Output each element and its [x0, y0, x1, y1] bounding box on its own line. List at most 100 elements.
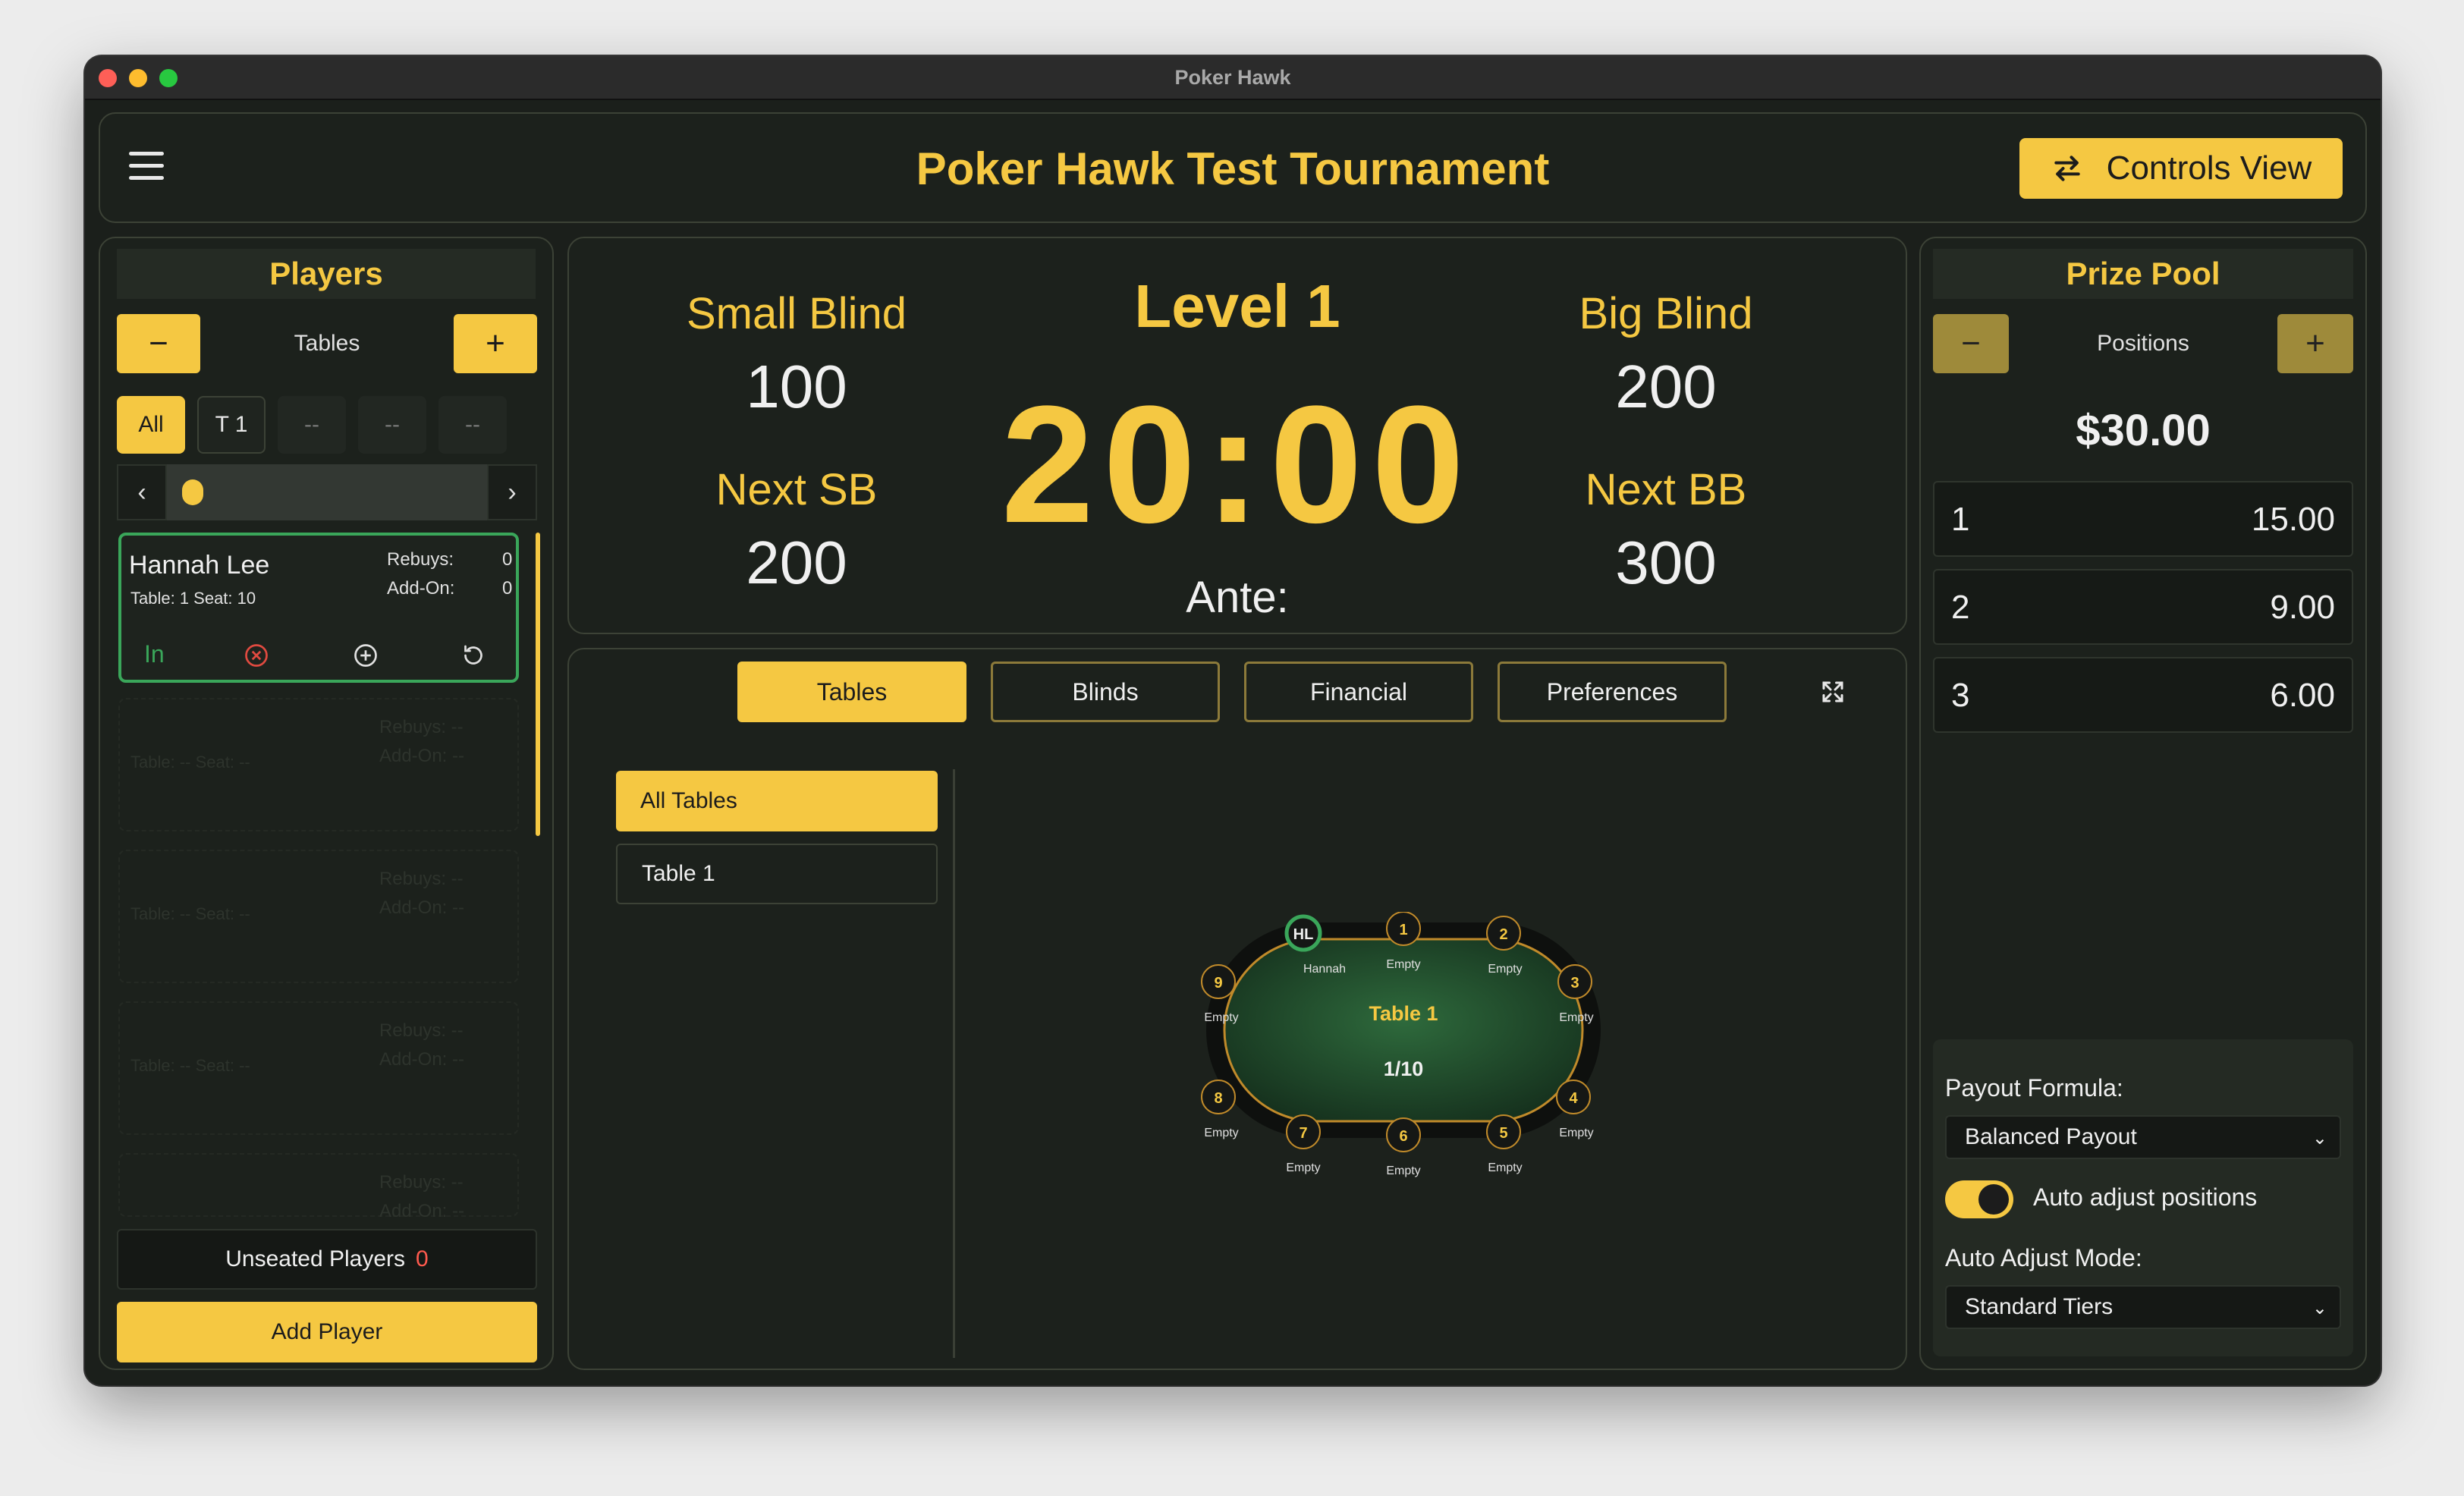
tables-stepper-label: Tables: [294, 331, 360, 356]
payout-amount: 9.00: [2270, 589, 2335, 626]
add-rebuy-icon[interactable]: [352, 642, 379, 669]
window-controls: [99, 69, 178, 87]
filter-table-1[interactable]: T 1: [197, 396, 266, 454]
players-panel: Players − Tables + All T 1 -- -- -- ‹ › …: [99, 237, 554, 1370]
window-title: Poker Hawk: [1174, 65, 1291, 89]
big-blind-value: 200: [1615, 353, 1717, 420]
payout-position: 1: [1951, 501, 1970, 538]
eliminate-icon[interactable]: [243, 642, 270, 669]
unseated-label: Unseated Players: [225, 1246, 406, 1271]
minimize-window-button[interactable]: [129, 69, 147, 87]
payout-amount: 15.00: [2251, 501, 2335, 538]
poker-table-diagram[interactable]: Table 1 1/10 HL Hannah 1 Empty 2 Empty 3 Empty 4…: [1191, 912, 1616, 1185]
player-list-scrollbar[interactable]: [536, 533, 540, 836]
remove-table-button[interactable]: −: [117, 314, 200, 373]
unseated-count: 0: [416, 1246, 429, 1271]
remove-position-button[interactable]: −: [1933, 314, 2009, 373]
maximize-window-button[interactable]: [159, 69, 178, 87]
addon-value: 0: [502, 578, 513, 599]
empty-player-slot: Table: -- Seat: -- Rebuys: -- Add-On: --: [118, 1001, 519, 1135]
tab-financial[interactable]: Financial: [1244, 662, 1473, 722]
payout-row[interactable]: 1 15.00: [1933, 481, 2353, 557]
empty-player-slot: Table: -- Seat: -- Rebuys: -- Add-On: --: [118, 850, 519, 983]
tables-panel: Tables Blinds Financial Preferences All …: [567, 648, 1907, 1370]
empty-player-slot: Table: -- Seat: -- Rebuys: -- Add-On: --: [118, 698, 519, 831]
clock-panel: Small Blind 100 Next SB 200 Level 1 20:0…: [567, 237, 1907, 634]
seat-label: Empty: [1488, 1161, 1522, 1174]
players-title: Players: [117, 249, 536, 299]
reset-icon[interactable]: [460, 642, 487, 669]
payout-settings: Payout Formula: Balanced Payout ⌄ Auto a…: [1933, 1039, 2353, 1356]
close-window-button[interactable]: [99, 69, 117, 87]
payout-formula-label: Payout Formula:: [1945, 1074, 2123, 1102]
payout-row[interactable]: 3 6.00: [1933, 657, 2353, 733]
table-name: Table 1: [1369, 1002, 1438, 1025]
filter-scroller[interactable]: ‹ ›: [117, 464, 537, 520]
chevron-left-icon[interactable]: ‹: [117, 464, 167, 520]
table-list-table-1[interactable]: Table 1: [616, 844, 938, 904]
tab-blinds[interactable]: Blinds: [991, 662, 1220, 722]
seat-number: 2: [1499, 926, 1507, 943]
chevron-down-icon: ⌄: [2312, 1298, 2327, 1318]
player-seat: Table: 1 Seat: 10: [130, 589, 256, 608]
seat-number: HL: [1293, 926, 1314, 943]
unseated-players-button[interactable]: Unseated Players 0: [117, 1229, 537, 1290]
payout-formula-select[interactable]: Balanced Payout ⌄: [1945, 1115, 2341, 1159]
payout-formula-value: Balanced Payout: [1965, 1124, 2137, 1149]
auto-adjust-mode-value: Standard Tiers: [1965, 1294, 2114, 1319]
next-bb-label: Next BB: [1585, 465, 1747, 514]
next-bb-value: 300: [1615, 529, 1717, 596]
swap-arrows-icon: [2054, 156, 2080, 181]
add-table-button[interactable]: +: [454, 314, 537, 373]
add-player-button[interactable]: Add Player: [117, 1302, 537, 1362]
scroll-thumb[interactable]: [182, 479, 203, 505]
player-status[interactable]: In: [144, 640, 165, 668]
seat-number: 8: [1214, 1090, 1222, 1107]
payout-row[interactable]: 2 9.00: [1933, 569, 2353, 645]
controls-view-button[interactable]: Controls View: [2019, 138, 2343, 199]
app-window: Poker Hawk Poker Hawk Test Tournament Co…: [85, 56, 2381, 1385]
header-bar: Poker Hawk Test Tournament Controls View: [99, 112, 2367, 223]
tab-tables[interactable]: Tables: [737, 662, 966, 722]
tab-preferences[interactable]: Preferences: [1498, 662, 1727, 722]
table-list-all[interactable]: All Tables: [616, 771, 938, 831]
seat-label: Empty: [1286, 1161, 1320, 1174]
list-divider: [953, 769, 955, 1358]
seat-number: 9: [1214, 975, 1222, 992]
filter-empty-2[interactable]: --: [358, 396, 426, 454]
seat-label: Hannah: [1303, 963, 1346, 976]
filter-empty-1[interactable]: --: [278, 396, 346, 454]
filter-empty-3[interactable]: --: [438, 396, 507, 454]
filter-all[interactable]: All: [117, 396, 185, 454]
seat-number: 4: [1569, 1090, 1578, 1107]
seat-label: Empty: [1386, 958, 1420, 971]
seat-label: Empty: [1559, 1127, 1593, 1139]
seat-number: 6: [1399, 1128, 1407, 1145]
title-bar: Poker Hawk: [85, 56, 2381, 100]
player-name: Hannah Lee: [129, 551, 270, 580]
positions-stepper-label: Positions: [2097, 331, 2189, 356]
seat-number: 5: [1499, 1125, 1507, 1142]
payout-amount: 6.00: [2270, 677, 2335, 714]
rebuys-value: 0: [502, 549, 513, 570]
auto-adjust-mode-label: Auto Adjust Mode:: [1945, 1244, 2142, 1271]
prize-pool-title: Prize Pool: [1933, 249, 2353, 299]
seat-number: 7: [1299, 1125, 1307, 1142]
chevron-right-icon[interactable]: ›: [487, 464, 537, 520]
add-position-button[interactable]: +: [2277, 314, 2353, 373]
empty-player-slot: Rebuys: -- Add-On: --: [118, 1153, 519, 1221]
seat-label: Empty: [1204, 1011, 1238, 1024]
fullscreen-icon[interactable]: [1819, 678, 1846, 706]
addon-label: Add-On:: [387, 578, 455, 599]
seat-label: Empty: [1386, 1164, 1420, 1177]
rebuys-label: Rebuys:: [387, 549, 454, 570]
prize-pool-panel: Prize Pool − Positions + $30.00 1 15.00 …: [1919, 237, 2367, 1370]
seat-label: Empty: [1559, 1011, 1593, 1024]
auto-adjust-mode-select[interactable]: Standard Tiers ⌄: [1945, 1285, 2341, 1329]
prize-pool-total: $30.00: [2076, 406, 2211, 455]
seat-label: Empty: [1488, 963, 1522, 976]
seat-number: 3: [1570, 975, 1579, 992]
player-card[interactable]: Hannah Lee Table: 1 Seat: 10 Rebuys: 0 A…: [118, 533, 519, 683]
auto-adjust-toggle[interactable]: [1945, 1180, 2013, 1218]
payout-position: 2: [1951, 589, 1970, 626]
